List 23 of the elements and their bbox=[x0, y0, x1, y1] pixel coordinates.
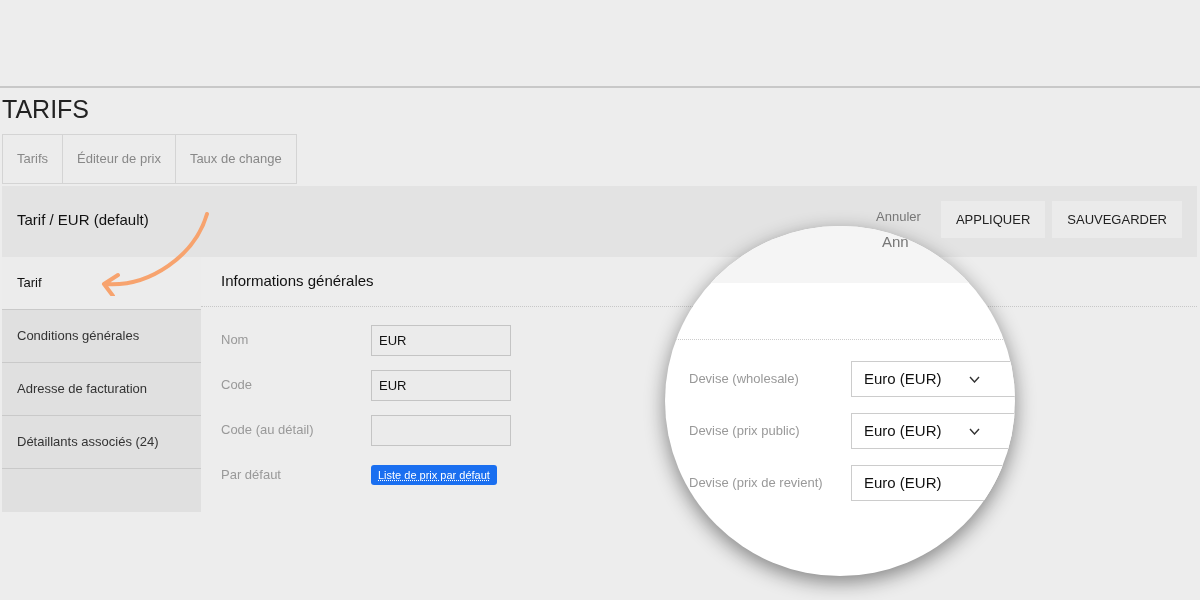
text-field[interactable] bbox=[371, 414, 511, 446]
action-button[interactable]: SAUVEGARDER bbox=[1052, 201, 1182, 238]
select-field[interactable]: Euro (EUR) bbox=[851, 413, 1015, 449]
field-label: Devise (prix public) bbox=[688, 422, 801, 441]
field-label: Nom bbox=[221, 331, 250, 350]
action-button[interactable]: APPLIQUER bbox=[940, 201, 1046, 238]
default-badge[interactable]: Liste de prix par défaut bbox=[371, 464, 497, 486]
select-field[interactable]: Euro (EUR) bbox=[851, 361, 1015, 397]
text-field[interactable]: EUR bbox=[371, 369, 511, 401]
cancel-link[interactable]: Annuler bbox=[876, 209, 921, 224]
field-label: Devise (prix de revient) bbox=[688, 474, 824, 493]
field-label: Devise (wholesale) bbox=[688, 370, 800, 389]
chevron-down-icon bbox=[969, 427, 980, 435]
cancel-text: Ann bbox=[882, 233, 909, 251]
section-title: Informations générales bbox=[221, 271, 374, 292]
field-label: Code (au détail) bbox=[221, 421, 315, 440]
chevron-down-icon bbox=[969, 375, 980, 383]
field-label: Code bbox=[221, 376, 254, 395]
text-field[interactable]: EUR bbox=[371, 324, 511, 356]
header-title: Tarif / EUR (default) bbox=[17, 210, 150, 230]
sidebar-item[interactable]: Tarif bbox=[2, 257, 201, 310]
field-label: Par défaut bbox=[221, 466, 282, 485]
page-title: TARIFS bbox=[2, 94, 91, 124]
